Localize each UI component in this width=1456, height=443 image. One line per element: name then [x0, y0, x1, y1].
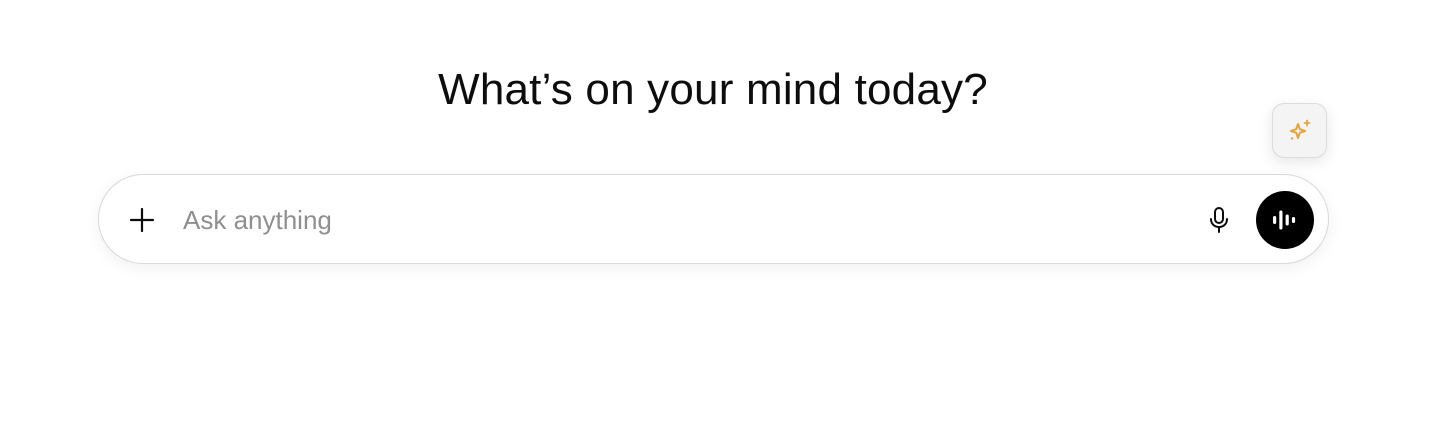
sparkle-icon — [1286, 117, 1314, 145]
microphone-icon — [1206, 206, 1232, 234]
dictate-button[interactable] — [1199, 200, 1239, 240]
prompt-composer — [98, 174, 1329, 264]
add-attachment-button[interactable] — [122, 200, 162, 240]
sparkle-button[interactable] — [1272, 103, 1327, 158]
voice-mode-button[interactable] — [1256, 191, 1314, 249]
page-title: What’s on your mind today? — [438, 65, 988, 114]
voice-waveform-icon — [1271, 208, 1299, 232]
chat-home: What’s on your mind today? — [0, 0, 1456, 443]
prompt-input[interactable] — [183, 199, 1183, 241]
plus-icon — [129, 207, 155, 233]
